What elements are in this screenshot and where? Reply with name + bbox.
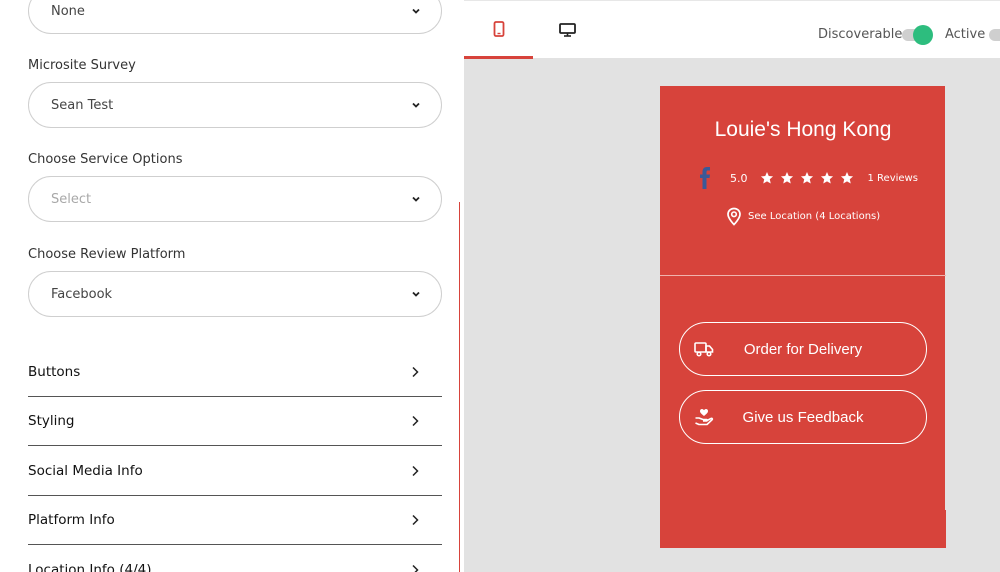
preview-panel: Discoverable Active Louie's Hong Kong 5.… xyxy=(464,0,1000,572)
microsite-preview-card xyxy=(660,86,946,548)
survey-label: Microsite Survey xyxy=(28,58,136,73)
location-pin-icon xyxy=(727,207,741,226)
card-edge xyxy=(945,86,949,510)
chevron-down-icon xyxy=(412,291,420,297)
chevron-down-icon xyxy=(412,8,420,14)
facebook-icon xyxy=(700,167,710,189)
rating-row: 5.0 1 Reviews xyxy=(698,165,918,191)
chevron-right-icon xyxy=(412,415,419,426)
location-link[interactable]: See Location (4 Locations) xyxy=(726,207,880,226)
section-social-media-info[interactable]: Social Media Info xyxy=(28,446,442,496)
rating-value: 5.0 xyxy=(730,171,748,185)
mobile-icon xyxy=(493,20,504,37)
discoverable-toggle[interactable] xyxy=(902,25,933,45)
toggle-knob xyxy=(913,25,933,45)
feedback-button[interactable]: Give us Feedback xyxy=(679,390,927,444)
review-platform-value: Facebook xyxy=(51,286,113,302)
order-delivery-label: Order for Delivery xyxy=(743,340,863,358)
review-platform-select[interactable]: Facebook xyxy=(28,271,442,317)
service-select[interactable]: Select xyxy=(28,176,442,222)
desktop-icon xyxy=(559,23,576,37)
section-label: Location Info (4/4) xyxy=(28,561,152,572)
review-count: 1 Reviews xyxy=(867,172,918,184)
service-label: Choose Service Options xyxy=(28,152,183,167)
star-rating xyxy=(760,171,854,185)
chevron-right-icon xyxy=(412,514,419,525)
settings-panel: None Microsite Survey Sean Test Choose S… xyxy=(0,0,460,572)
location-text: See Location (4 Locations) xyxy=(748,211,881,222)
star-icon xyxy=(820,172,833,184)
section-label: Styling xyxy=(28,412,75,429)
preview-toolbar: Discoverable Active xyxy=(464,0,1000,59)
chevron-right-icon xyxy=(412,465,419,476)
feedback-label: Give us Feedback xyxy=(742,408,864,426)
chevron-right-icon xyxy=(412,366,419,377)
star-icon xyxy=(800,172,813,184)
active-label: Active xyxy=(945,27,986,42)
card-divider xyxy=(660,275,946,276)
active-toggle[interactable] xyxy=(989,29,1000,41)
survey-select[interactable]: Sean Test xyxy=(28,82,442,128)
business-name: Louie's Hong Kong xyxy=(714,118,892,141)
section-location-info[interactable]: Location Info (4/4) xyxy=(28,545,442,572)
section-label: Social Media Info xyxy=(28,462,143,479)
tab-mobile[interactable] xyxy=(464,1,533,59)
feedback-hand-heart-icon xyxy=(695,409,714,426)
top-select-value: None xyxy=(51,3,85,19)
scrollbar-thumb[interactable] xyxy=(459,202,460,572)
order-delivery-button[interactable]: Order for Delivery xyxy=(679,322,927,376)
section-label: Platform Info xyxy=(28,511,115,528)
discoverable-label: Discoverable xyxy=(818,27,903,42)
chevron-down-icon xyxy=(412,102,420,108)
section-platform-info[interactable]: Platform Info xyxy=(28,495,442,545)
service-select-placeholder: Select xyxy=(51,191,92,207)
delivery-truck-icon xyxy=(694,342,714,357)
section-styling[interactable]: Styling xyxy=(28,396,442,446)
tab-desktop[interactable] xyxy=(533,1,602,59)
chevron-down-icon xyxy=(412,196,420,202)
star-icon xyxy=(840,172,853,184)
top-select[interactable]: None xyxy=(28,0,442,34)
chevron-right-icon xyxy=(412,564,419,572)
section-label: Buttons xyxy=(28,363,81,380)
star-icon xyxy=(760,172,773,184)
survey-select-value: Sean Test xyxy=(51,97,114,113)
review-platform-label: Choose Review Platform xyxy=(28,247,186,262)
star-icon xyxy=(780,172,793,184)
section-buttons[interactable]: Buttons xyxy=(28,347,442,397)
